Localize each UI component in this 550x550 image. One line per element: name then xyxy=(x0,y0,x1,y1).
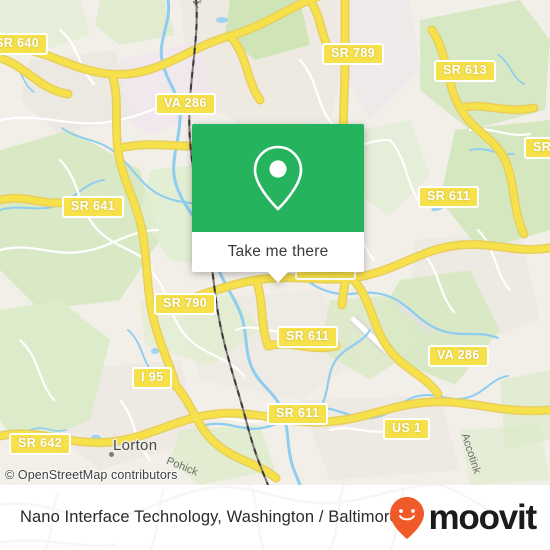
road-shield-sr-790[interactable]: SR 790 xyxy=(154,293,217,315)
road-shield-sr-partial-right[interactable]: SR xyxy=(524,137,550,159)
moovit-wordmark: moovit xyxy=(428,498,537,537)
road-shield-va-286-southeast[interactable]: VA 286 xyxy=(428,345,489,367)
popup-pointer-tail xyxy=(268,272,288,283)
moovit-smiley-pin-icon xyxy=(390,496,425,539)
popup-header xyxy=(192,124,364,232)
road-shield-i-95[interactable]: I 95 xyxy=(132,367,173,389)
road-shield-sr-642[interactable]: SR 642 xyxy=(9,433,72,455)
road-shield-sr-789[interactable]: SR 789 xyxy=(322,43,385,65)
road-shield-sr-611-center[interactable]: SR 611 xyxy=(277,326,339,348)
road-shield-sr-613[interactable]: SR 613 xyxy=(434,60,497,82)
road-shield-sr-611-south[interactable]: SR 611 xyxy=(267,403,329,425)
road-shield-sr-640[interactable]: SR 640 xyxy=(0,33,49,55)
road-shield-va-286-northwest[interactable]: VA 286 xyxy=(155,93,216,115)
place-label-lorton: Lorton xyxy=(113,437,158,454)
location-popup-card[interactable]: Take me there xyxy=(192,124,364,283)
map-pin-icon xyxy=(253,145,303,211)
take-me-there-label: Take me there xyxy=(227,243,329,260)
road-shield-us-1[interactable]: US 1 xyxy=(383,418,431,440)
map-canvas[interactable]: SR 640 VA 286 SR 789 SR 613 SR SR 611 SR… xyxy=(0,0,550,485)
road-shield-sr-611-east[interactable]: SR 611 xyxy=(418,186,480,208)
road-shield-sr-641[interactable]: SR 641 xyxy=(62,196,125,218)
footer-bar: Nano Interface Technology, Washington / … xyxy=(0,485,550,550)
moovit-brand[interactable]: moovit xyxy=(389,496,537,540)
map-screenshot: SR 640 VA 286 SR 789 SR 613 SR SR 611 SR… xyxy=(0,0,550,550)
popup-action-bar[interactable]: Take me there xyxy=(192,232,364,283)
page-title: Nano Interface Technology, Washington / … xyxy=(20,508,399,526)
osm-attribution[interactable]: © OpenStreetMap contributors xyxy=(5,468,178,482)
